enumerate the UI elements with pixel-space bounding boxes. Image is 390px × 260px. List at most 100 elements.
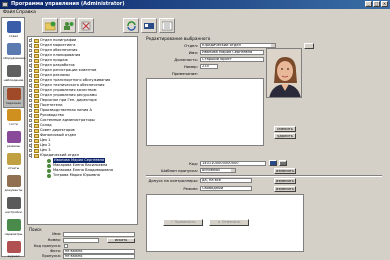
search-number-input[interactable] [63,238,99,243]
code-input[interactable]: 1401100000000000 [200,161,266,166]
dept-select-button[interactable] [304,43,314,49]
note-textarea[interactable] [146,78,264,146]
template-label: Шаблон пропуска: [160,168,198,173]
sidebar-item-2[interactable]: наблюдение [3,64,24,86]
sidebar-item-0[interactable]: отдел [3,20,24,42]
search-name-input[interactable] [63,232,135,237]
sidebar-item-4[interactable]: гости [3,108,24,130]
expand-toggle-icon[interactable] [29,139,32,142]
expand-toggle-icon[interactable] [29,104,32,107]
expand-toggle-icon[interactable] [29,74,32,77]
sidebar-item-3[interactable]: персонал [3,86,24,108]
folder-icon [34,149,39,153]
mode-label: Режим: [183,186,198,191]
cancel-button[interactable]: × Отменить [209,219,249,226]
apply-button[interactable]: ✓ Применить [163,219,203,226]
delete-button[interactable] [78,18,94,33]
sidebar-item-6[interactable]: отчеты [3,152,24,174]
template-select[interactable]: основной [200,168,236,173]
sidebar-item-icon [6,109,21,121]
pass-code-checkbox[interactable] [64,244,68,248]
folder-icon [34,44,39,48]
sidebar-item-icon [6,197,21,209]
controllers-change-button[interactable]: изменить [274,178,296,184]
refresh-icon [127,21,136,31]
access-list[interactable]: ✓ Применить × Отменить [146,194,304,252]
list-view-button[interactable] [159,18,175,33]
code-label: Код: [189,161,198,166]
position-label: Должность: [174,57,198,62]
refresh-button[interactable] [123,18,139,33]
template-change-button[interactable]: изменить [274,168,296,174]
department-tree[interactable]: Отдел полиграфии Отдел маркетинга Отдел об… [27,36,138,225]
position-input[interactable]: Старший юрист [200,57,264,62]
expand-toggle-icon[interactable] [29,94,32,97]
name-input[interactable]: Иванова Мария Сергеевна [200,50,264,55]
expand-toggle-icon[interactable] [29,79,32,82]
expand-toggle-icon[interactable] [29,154,32,157]
minimize-button[interactable]: _ [365,1,372,7]
expand-toggle-icon[interactable] [29,124,32,127]
sidebar-item-10[interactable]: журнал [3,240,24,260]
card-icon [144,23,154,29]
sidebar-item-5[interactable]: режимы [3,130,24,152]
number-input[interactable]: 235 [200,64,218,69]
add-user-button[interactable] [60,18,76,33]
tree-user-item[interactable]: Титрова Мария Юрьевна [28,173,136,178]
add-department-button[interactable] [42,18,58,33]
print-pass-button[interactable] [279,160,287,166]
sidebar-item-icon [6,219,21,231]
folder-icon [34,104,39,108]
photo-change-button[interactable]: сменить [274,126,296,132]
folder-icon [34,94,39,98]
dept-select[interactable]: Юридический отдел [200,43,276,48]
folder-icon [34,59,39,63]
expand-toggle-icon[interactable] [29,49,32,52]
expand-toggle-icon[interactable] [29,44,32,47]
close-button[interactable]: × [381,1,388,7]
expand-toggle-icon[interactable] [29,129,32,132]
menu-help[interactable]: Справка [16,10,36,15]
expand-toggle-icon[interactable] [29,84,32,87]
mode-value: Свободный [200,186,252,191]
maximize-button[interactable]: □ [373,1,380,7]
folder-icon [34,89,39,93]
controllers-label: Допуск на контроллеры: [148,178,198,183]
search-number-label: Номер: [47,238,61,242]
card-reader-button[interactable] [269,160,277,166]
folder-icon [34,84,39,88]
expand-toggle-icon[interactable] [29,149,32,152]
sidebar-item-7[interactable]: документы [3,174,24,196]
expand-toggle-icon[interactable] [29,69,32,72]
expand-toggle-icon[interactable] [29,39,32,42]
search-passes-select[interactable]: не важно [63,254,135,259]
expand-toggle-icon[interactable] [29,54,32,57]
folder-icon [34,74,39,78]
mode-change-button[interactable]: изменить [274,186,296,192]
folder-icon [34,139,39,143]
apply-label: Применить [174,220,196,224]
expand-toggle-icon[interactable] [29,99,32,102]
search-button[interactable]: искать [107,238,135,243]
expand-toggle-icon[interactable] [29,114,32,117]
expand-toggle-icon[interactable] [29,144,32,147]
folder-icon [34,124,39,128]
menu-file[interactable]: Файл [3,10,15,15]
expand-toggle-icon[interactable] [29,134,32,137]
expand-toggle-icon[interactable] [29,109,32,112]
expand-toggle-icon[interactable] [29,119,32,122]
folder-icon [34,144,39,148]
expand-toggle-icon[interactable] [29,64,32,67]
sidebar-item-9[interactable]: параметры [3,218,24,240]
separator [146,175,382,177]
photo-delete-button[interactable]: удалить [274,133,296,139]
sidebar-item-label: наблюдение [3,78,24,82]
card-view-button[interactable] [141,18,157,33]
folder-icon [34,54,39,58]
sidebar-item-8[interactable]: настройки [3,196,24,218]
expand-toggle-icon[interactable] [29,89,32,92]
sidebar-item-label: оборудование [3,56,26,60]
expand-toggle-icon[interactable] [29,59,32,62]
sidebar-item-1[interactable]: оборудование [3,42,26,64]
tree-item-label: Титрова Мария Юрьевна [53,173,100,177]
